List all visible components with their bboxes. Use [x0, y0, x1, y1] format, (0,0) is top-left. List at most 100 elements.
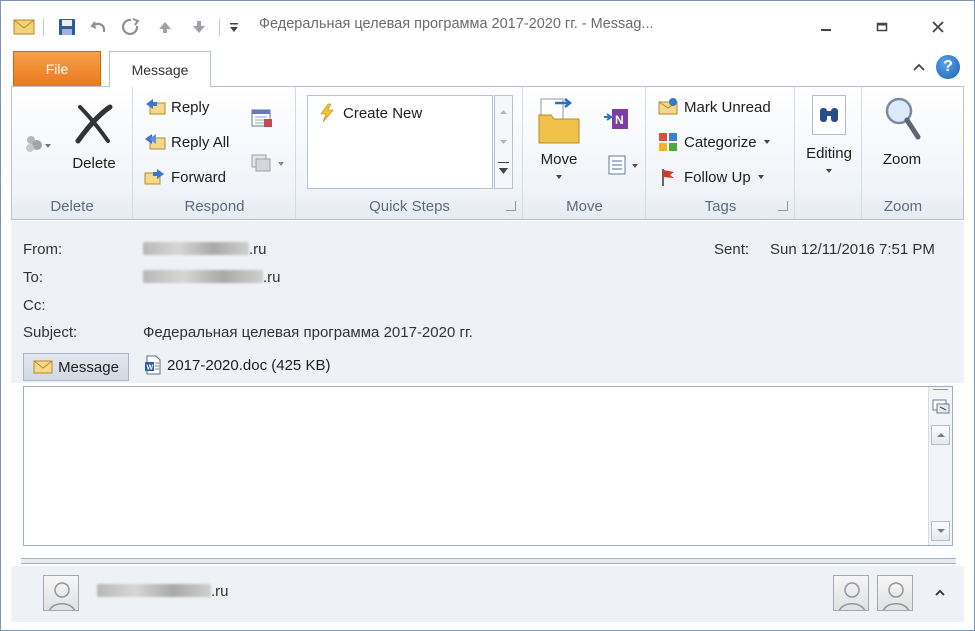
- rules-icon[interactable]: [606, 153, 642, 180]
- next-item-icon[interactable]: [187, 16, 211, 38]
- recipient-avatar[interactable]: [877, 575, 913, 611]
- quick-steps-launcher[interactable]: [506, 201, 516, 211]
- help-icon[interactable]: ?: [936, 55, 960, 79]
- sender-avatar[interactable]: [43, 575, 79, 611]
- ignore-icon[interactable]: [22, 133, 52, 160]
- create-new-label: Create New: [343, 104, 423, 122]
- sent-label: Sent:: [714, 241, 750, 258]
- reply-all-icon: [145, 134, 166, 150]
- follow-up-dropdown-icon: [757, 175, 764, 179]
- quick-steps-gallery[interactable]: Create New: [307, 95, 493, 189]
- recipient-avatar[interactable]: [833, 575, 869, 611]
- delete-button[interactable]: Delete: [64, 101, 124, 172]
- move-folder-icon: [538, 98, 580, 144]
- envelope-icon: [33, 360, 53, 374]
- redo-icon[interactable]: [119, 16, 143, 38]
- forward-button[interactable]: Forward: [144, 167, 226, 187]
- flag-icon: [662, 169, 674, 186]
- svg-text:N: N: [615, 113, 624, 127]
- move-group: Move N Move: [524, 87, 646, 219]
- person-silhouette-icon: [883, 582, 909, 610]
- tab-file[interactable]: File: [13, 51, 101, 86]
- onenote-icon[interactable]: N: [602, 107, 630, 136]
- redacted-sender-name: [97, 584, 211, 597]
- move-button[interactable]: Move: [534, 95, 584, 185]
- reply-label: Reply: [171, 98, 210, 116]
- attachment-item[interactable]: W 2017-2020.doc (425 KB): [143, 355, 330, 375]
- redacted-sender: [143, 242, 249, 255]
- categorize-icon: [659, 133, 677, 151]
- zoom-label: Zoom: [882, 151, 922, 168]
- mail-icon[interactable]: [11, 16, 37, 38]
- word-document-icon: W: [145, 355, 161, 375]
- people-pane: .ru: [11, 566, 964, 622]
- categorize-label: Categorize: [684, 133, 757, 151]
- create-new-quick-step[interactable]: Create New: [316, 103, 422, 123]
- meeting-icon[interactable]: [250, 107, 274, 132]
- editing-dropdown-icon: [826, 169, 832, 173]
- close-button[interactable]: [921, 15, 955, 39]
- restore-button[interactable]: [865, 15, 899, 39]
- sender-name[interactable]: .ru: [97, 583, 229, 600]
- qat-separator: [219, 18, 220, 36]
- expand-people-pane-button[interactable]: [933, 586, 947, 601]
- help-area: ?: [912, 55, 960, 79]
- quick-steps-scroll[interactable]: [494, 95, 513, 189]
- cc-label: Cc:: [23, 297, 46, 314]
- quick-steps-group-label: Quick Steps: [369, 198, 450, 215]
- zoom-button[interactable]: Zoom: [867, 95, 937, 168]
- to-domain: .ru: [263, 269, 281, 286]
- svg-text:W: W: [147, 365, 154, 372]
- reply-all-label: Reply All: [171, 133, 230, 151]
- previous-item-icon[interactable]: [153, 16, 177, 38]
- scroll-up-button[interactable]: [931, 425, 950, 445]
- ribbon: Delete Delete Reply Reply All Forward Re…: [11, 86, 964, 220]
- more-respond-icon[interactable]: [250, 151, 286, 176]
- forward-icon: [144, 169, 164, 185]
- zoom-group: Zoom Zoom: [863, 87, 943, 219]
- editing-button[interactable]: Editing: [800, 95, 858, 179]
- scroll-down-button[interactable]: [931, 521, 950, 541]
- body-scrollbar[interactable]: [928, 387, 952, 545]
- customize-qat-icon[interactable]: [225, 16, 243, 38]
- minimize-ribbon-icon[interactable]: [912, 62, 926, 72]
- view-in-browser-icon[interactable]: [931, 397, 951, 418]
- reply-all-button[interactable]: Reply All: [144, 132, 229, 152]
- forward-label: Forward: [171, 168, 227, 186]
- reply-button[interactable]: Reply: [144, 97, 209, 117]
- delete-x-icon: [75, 104, 113, 144]
- message-view-tab[interactable]: Message: [23, 353, 129, 381]
- reply-icon: [146, 99, 166, 115]
- people-pane-splitter[interactable]: [21, 558, 956, 564]
- qat-separator: [43, 18, 44, 36]
- editing-group: Editing: [796, 87, 862, 219]
- person-silhouette-icon: [49, 582, 75, 610]
- move-dropdown-icon: [556, 175, 562, 179]
- follow-up-button[interactable]: Follow Up: [657, 167, 767, 187]
- respond-group: Reply Reply All Forward Respond: [134, 87, 296, 219]
- from-value[interactable]: .ru: [143, 241, 267, 258]
- save-icon[interactable]: [55, 16, 79, 38]
- delete-group: Delete Delete: [12, 87, 133, 219]
- window-title: Федеральная целевая программа 2017-2020 …: [259, 16, 654, 32]
- mark-unread-label: Mark Unread: [684, 98, 771, 116]
- editing-label: Editing: [806, 145, 852, 162]
- subject-value: Федеральная целевая программа 2017-2020 …: [143, 324, 473, 341]
- attachment-name: 2017-2020.doc (425 KB): [167, 356, 331, 374]
- undo-icon[interactable]: [87, 16, 111, 38]
- to-value[interactable]: .ru: [143, 269, 281, 286]
- to-label: To:: [23, 269, 44, 286]
- tags-launcher[interactable]: [778, 201, 788, 211]
- tab-message[interactable]: Message: [109, 51, 211, 87]
- categorize-button[interactable]: Categorize: [657, 132, 773, 152]
- message-view-label: Message: [58, 358, 119, 376]
- redacted-recipient: [143, 270, 263, 283]
- sender-domain: .ru: [211, 583, 229, 600]
- minimize-button[interactable]: [809, 15, 843, 39]
- mark-unread-button[interactable]: Mark Unread: [657, 97, 771, 117]
- move-group-label: Move: [566, 198, 603, 215]
- message-body[interactable]: [23, 386, 953, 546]
- tags-group-label: Tags: [704, 198, 737, 215]
- binoculars-icon: [820, 108, 838, 122]
- lightning-icon: [320, 103, 334, 123]
